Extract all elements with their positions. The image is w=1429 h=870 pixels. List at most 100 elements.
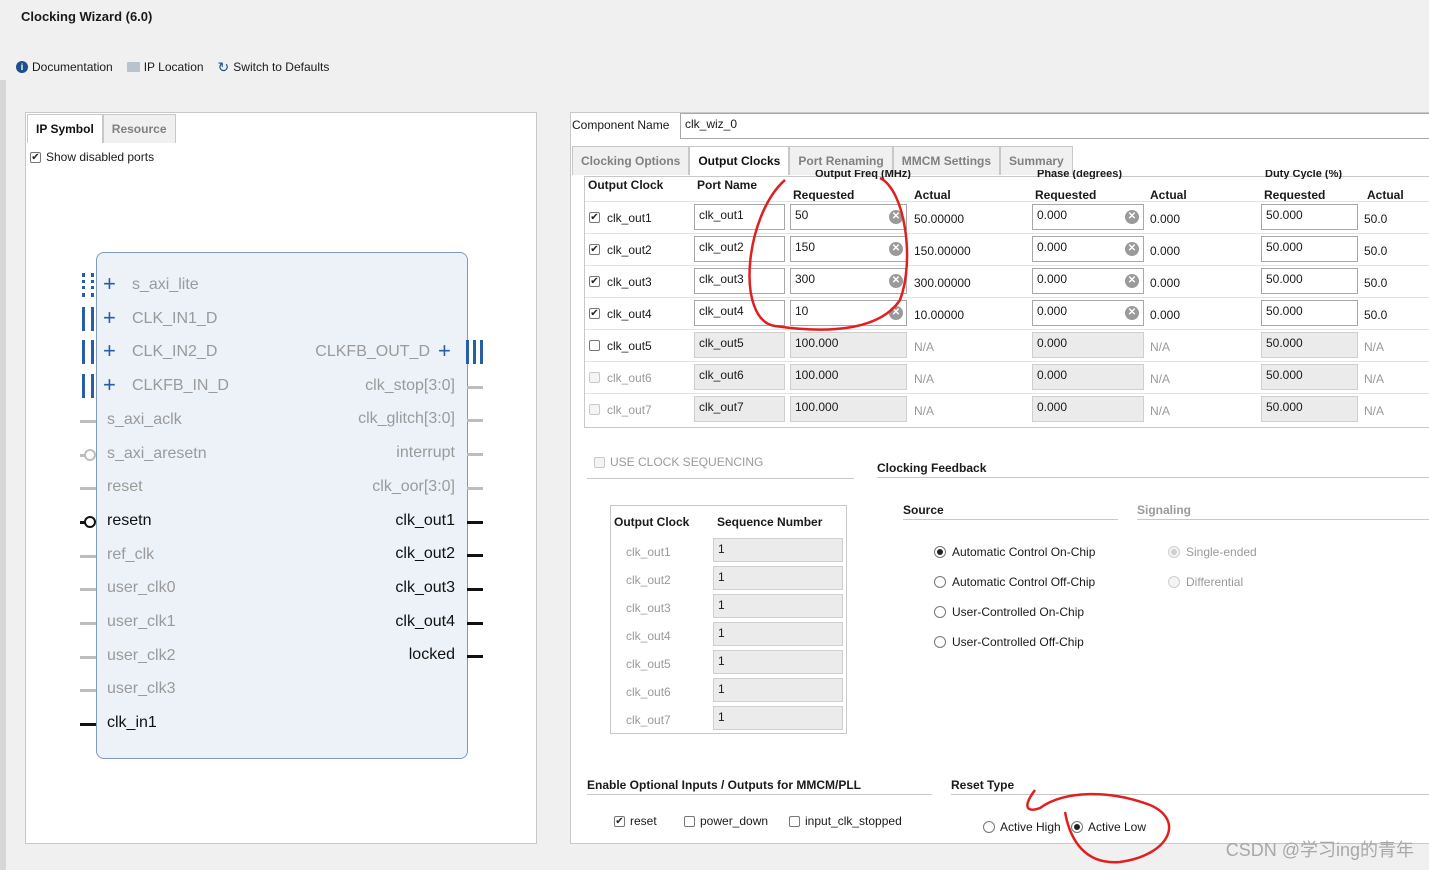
duty-requested-input[interactable]: 50.000 (1261, 396, 1358, 422)
active-low-option[interactable]: Active Low (1071, 820, 1146, 834)
tab-output-clocks[interactable]: Output Clocks (689, 146, 790, 175)
clock-enable-checkbox[interactable] (589, 372, 600, 383)
duty-requested-input[interactable]: 50.000 (1261, 204, 1358, 230)
feedback-source-option[interactable]: Automatic Control On-Chip (934, 545, 1095, 559)
pin-line (80, 622, 96, 625)
pin-user-clk2: user_clk2 (107, 646, 176, 664)
clock-enable-checkbox[interactable] (589, 404, 600, 415)
clock-enable-checkbox[interactable]: ✔ (589, 308, 600, 319)
clear-icon[interactable]: ✕ (1125, 210, 1139, 224)
clear-icon[interactable]: ✕ (1125, 274, 1139, 288)
seq-clock-name: clk_out1 (626, 545, 671, 559)
bus-connector (82, 374, 94, 399)
clear-icon[interactable]: ✕ (889, 274, 903, 288)
duty-requested-input[interactable]: 50.000 (1261, 300, 1358, 326)
feedback-source-option[interactable]: Automatic Control Off-Chip (934, 575, 1095, 589)
clock-enable-checkbox[interactable] (589, 340, 600, 351)
pin-clk-oor-3-0-: clk_oor[3:0] (372, 477, 455, 495)
feedback-source-radio[interactable] (934, 546, 946, 558)
switch-defaults-button[interactable]: ↻ Switch to Defaults (218, 60, 330, 74)
duty-requested-input[interactable]: 50.000 (1261, 332, 1358, 358)
tab-ip-symbol[interactable]: IP Symbol (27, 114, 103, 143)
clock-enable-checkbox[interactable]: ✔ (589, 212, 600, 223)
pin-line (80, 487, 96, 491)
bus-connector (82, 273, 94, 297)
seq-number-input[interactable]: 1 (713, 706, 843, 730)
input-clk-stopped-option[interactable]: input_clk_stopped (789, 814, 902, 828)
use-clock-sequencing[interactable]: USE CLOCK SEQUENCING (594, 455, 763, 469)
seq-number-input[interactable]: 1 (713, 566, 843, 590)
port-name-input[interactable]: clk_out4 (694, 300, 785, 326)
pin-line (467, 520, 483, 524)
freq-actual: 50.00000 (914, 212, 965, 226)
duty-requested-input[interactable]: 50.000 (1261, 364, 1358, 390)
pin-clkfb-out-d: CLKFB_OUT_D (315, 343, 430, 360)
pin-line (80, 689, 96, 693)
duty-actual: N/A (1364, 340, 1385, 354)
hdr-phase-top: Phase (degrees) (1037, 170, 1122, 179)
clock-enable-checkbox[interactable]: ✔ (589, 244, 600, 255)
feedback-source-radio[interactable] (934, 636, 946, 648)
active-high-radio[interactable] (983, 821, 995, 833)
port-name-input[interactable]: clk_out6 (694, 364, 785, 390)
seq-number-input[interactable]: 1 (713, 594, 843, 618)
show-disabled-ports[interactable]: ✔ Show disabled ports (30, 150, 154, 164)
feedback-source-radio[interactable] (934, 576, 946, 588)
port-name-input[interactable]: clk_out2 (694, 236, 785, 262)
seq-number-input[interactable]: 1 (713, 622, 843, 646)
feedback-signal-radio[interactable] (1168, 546, 1180, 558)
reset-option[interactable]: ✔ reset (614, 814, 657, 828)
clear-icon[interactable]: ✕ (889, 242, 903, 256)
reset-checkbox[interactable]: ✔ (614, 815, 625, 827)
port-name-input[interactable]: clk_out3 (694, 268, 785, 294)
seq-hdr-seq-num: Sequence Number (717, 515, 823, 529)
feedback-signal-radio[interactable] (1168, 576, 1180, 588)
duty-requested-input[interactable]: 50.000 (1261, 236, 1358, 262)
duty-requested-input[interactable]: 50.000 (1261, 268, 1358, 294)
pin-locked: locked (408, 646, 455, 664)
clock-name: clk_out5 (607, 339, 652, 353)
pin-user-clk3: user_clk3 (107, 680, 176, 698)
ip-location-button[interactable]: IP Location (126, 60, 204, 74)
sequence-table: Output Clock Sequence Number clk_out1 1 cl… (610, 505, 847, 734)
show-disabled-checkbox[interactable]: ✔ (30, 151, 41, 163)
active-high-option[interactable]: Active High (983, 820, 1061, 834)
clock-name: clk_out2 (607, 243, 652, 257)
phase-requested-input[interactable]: 0.000 (1032, 396, 1144, 422)
left-edge (0, 80, 6, 870)
freq-actual: 300.00000 (914, 276, 971, 290)
tab-clocking-options[interactable]: Clocking Options (572, 146, 690, 175)
seq-number-input[interactable]: 1 (713, 678, 843, 702)
feedback-signal-option[interactable]: Single-ended (1168, 545, 1257, 559)
power-down-checkbox[interactable] (684, 815, 695, 827)
active-low-radio[interactable] (1071, 821, 1083, 833)
clear-icon[interactable]: ✕ (889, 306, 903, 320)
feedback-source-option[interactable]: User-Controlled On-Chip (934, 605, 1084, 619)
clear-icon[interactable]: ✕ (1125, 242, 1139, 256)
feedback-source-radio[interactable] (934, 606, 946, 618)
power-down-option[interactable]: power_down (684, 814, 768, 828)
tab-resource[interactable]: Resource (102, 114, 176, 143)
clock-enable-checkbox[interactable]: ✔ (589, 276, 600, 287)
component-name-input[interactable]: clk_wiz_0 (680, 113, 1429, 139)
documentation-button[interactable]: i Documentation (16, 60, 113, 74)
freq-requested-input[interactable]: 100.000 (790, 396, 907, 422)
use-clock-seq-checkbox[interactable] (594, 456, 605, 468)
feedback-source-option[interactable]: User-Controlled Off-Chip (934, 635, 1084, 649)
phase-requested-input[interactable]: 0.000 (1032, 332, 1144, 358)
pin-clk-in1: clk_in1 (107, 714, 157, 732)
seq-number-input[interactable]: 1 (713, 538, 843, 562)
phase-requested-input[interactable]: 0.000 (1032, 364, 1144, 390)
freq-requested-input[interactable]: 100.000 (790, 364, 907, 390)
input-clk-stopped-checkbox[interactable] (789, 815, 800, 827)
freq-requested-input[interactable]: 100.000 (790, 332, 907, 358)
port-name-input[interactable]: clk_out1 (694, 204, 785, 230)
seq-number-input[interactable]: 1 (713, 650, 843, 674)
pin-line (80, 655, 96, 659)
feedback-signal-option[interactable]: Differential (1168, 575, 1243, 589)
pin-clkfb-in-d: CLKFB_IN_D (132, 377, 229, 395)
port-name-input[interactable]: clk_out7 (694, 396, 785, 422)
clear-icon[interactable]: ✕ (1125, 306, 1139, 320)
port-name-input[interactable]: clk_out5 (694, 332, 785, 358)
clear-icon[interactable]: ✕ (889, 210, 903, 224)
